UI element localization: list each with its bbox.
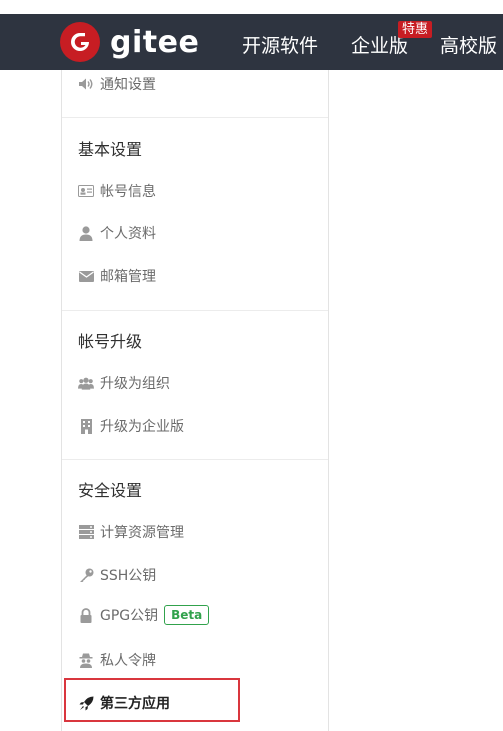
settings-sidebar: 通知设置 基本设置 帐号信息 个人资料 邮箱管理 帐号升级 升级为组织 升级为企… [61,70,329,731]
sidebar-item-notification-settings[interactable]: 通知设置 [78,74,156,94]
sidebar-item-label: GPG公钥 [100,608,159,624]
sidebar-item-label: 第三方应用 [100,696,170,712]
user-icon [78,225,94,241]
group-title-account-upgrade: 帐号升级 [78,332,143,351]
gitee-logo-icon [60,22,100,62]
divider [62,117,328,118]
sidebar-item-label: 邮箱管理 [100,269,156,285]
divider [62,459,328,460]
volume-icon [78,76,94,92]
sidebar-item-third-party-apps[interactable]: 第三方应用 [78,693,170,713]
group-title-security-settings: 安全设置 [78,481,143,500]
sidebar-item-label: 升级为组织 [100,376,170,392]
sidebar-item-compute-resources[interactable]: 计算资源管理 [78,522,184,542]
spy-icon [78,652,94,668]
sidebar-item-profile[interactable]: 个人资料 [78,223,156,243]
id-card-icon [78,183,94,199]
sidebar-item-account-info[interactable]: 帐号信息 [78,181,156,201]
sidebar-item-ssh-keys[interactable]: SSH公钥 [78,565,156,585]
server-icon [78,524,94,540]
lock-icon [78,607,94,623]
nav-education[interactable]: 高校版 [440,31,497,58]
users-icon [78,375,94,391]
sidebar-item-label: SSH公钥 [100,568,157,584]
promo-badge: 特惠 [398,21,433,38]
sidebar-item-label: 个人资料 [100,226,156,242]
sidebar-item-label: 帐号信息 [100,184,156,200]
top-nav-bar: gitee 开源软件 企业版 特惠 高校版 [0,0,503,70]
rocket-icon [78,695,94,711]
sidebar-item-email-management[interactable]: 邮箱管理 [78,266,156,286]
sidebar-item-upgrade-enterprise[interactable]: 升级为企业版 [78,416,184,436]
sidebar-item-personal-tokens[interactable]: 私人令牌 [78,650,156,670]
group-title-basic-settings: 基本设置 [78,140,143,159]
sidebar-item-label: 通知设置 [100,77,156,93]
sidebar-item-upgrade-organization[interactable]: 升级为组织 [78,373,170,393]
beta-badge: Beta [164,605,210,625]
sidebar-item-label: 升级为企业版 [100,419,184,435]
gitee-logo[interactable]: gitee [60,22,199,62]
sidebar-item-label: 私人令牌 [100,653,156,669]
logo-text: gitee [110,24,200,60]
sidebar-item-label: 计算资源管理 [100,525,184,541]
sidebar-item-gpg-keys[interactable]: GPG公钥 Beta [78,605,210,625]
divider [62,310,328,311]
mail-icon [78,268,94,284]
building-icon [78,418,94,434]
key-icon [78,567,94,583]
nav-open-source[interactable]: 开源软件 [242,31,318,58]
